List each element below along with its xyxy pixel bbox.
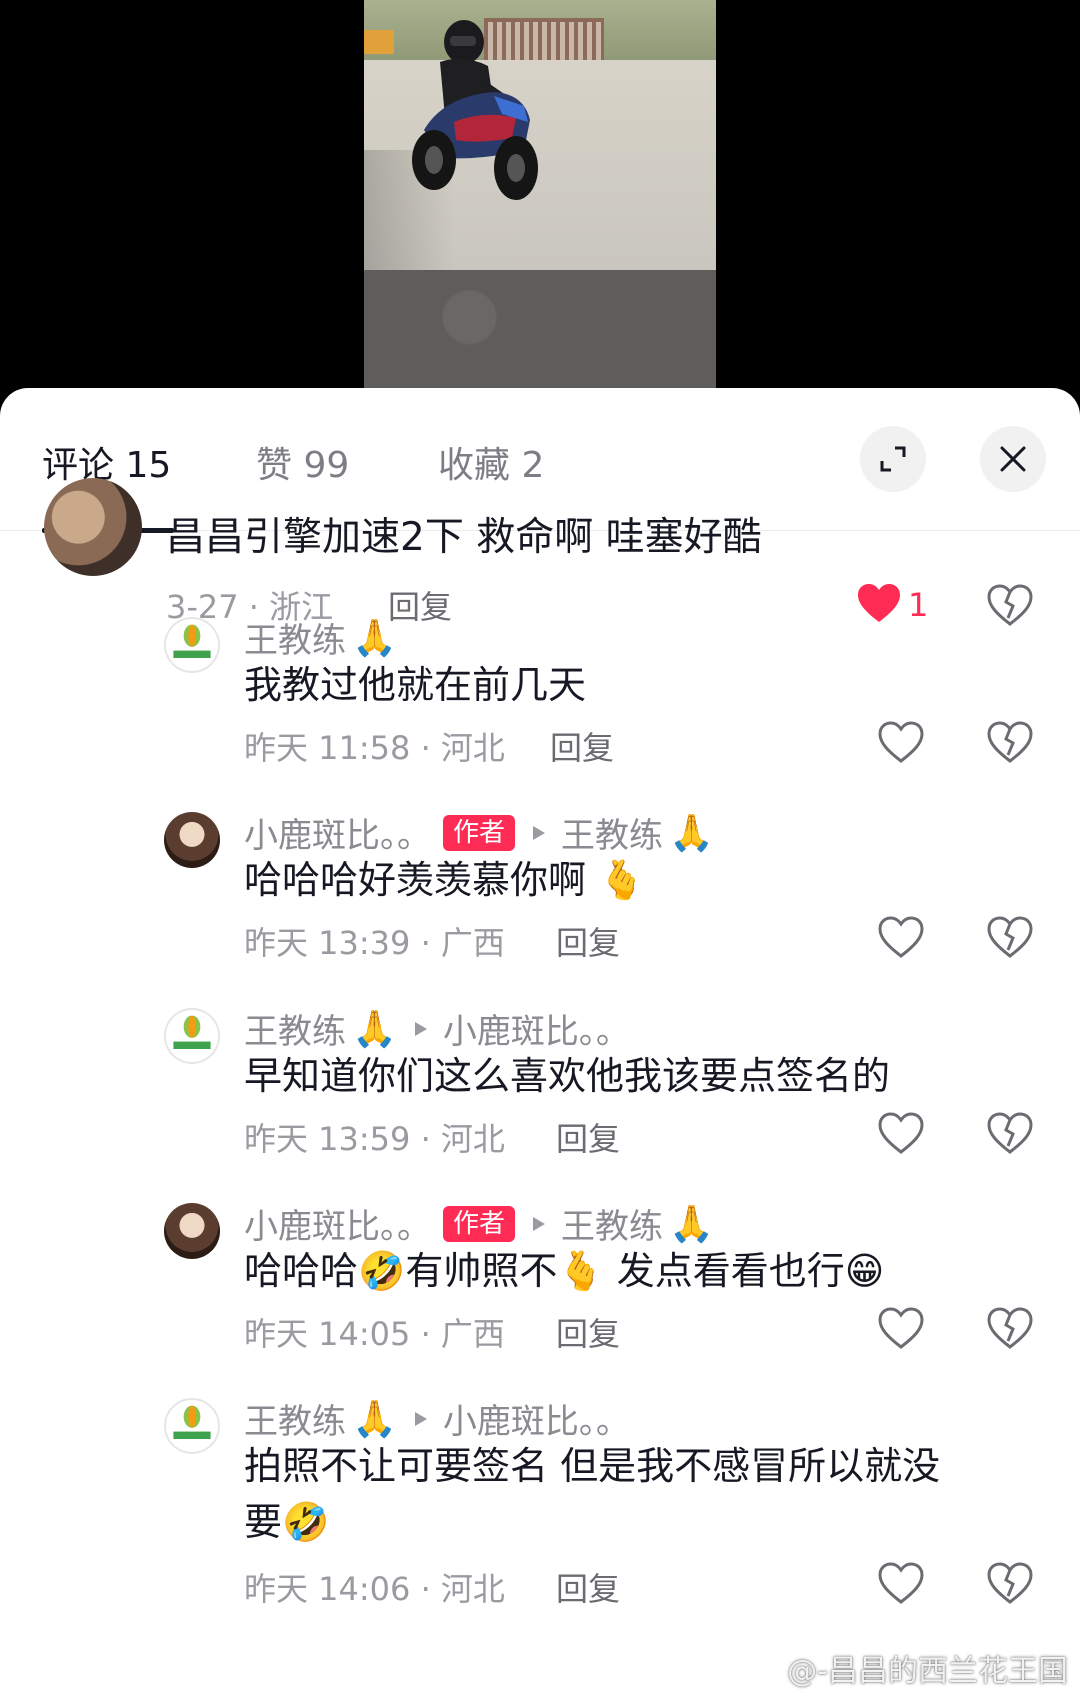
comment-text: 昌昌引擎加速2下 救命啊 哇塞好酷	[166, 515, 762, 560]
motorcycle-rider-image	[412, 20, 538, 200]
author-badge: 作者	[443, 1205, 516, 1242]
close-icon	[1000, 446, 1026, 472]
dislike-icon[interactable]	[987, 1562, 1033, 1604]
heart-icon[interactable]	[878, 1307, 924, 1349]
close-button[interactable]	[980, 426, 1046, 492]
avatar[interactable]	[164, 1398, 220, 1454]
driving-school-logo	[173, 1405, 211, 1439]
pray-emoji: 🙏	[352, 1398, 397, 1440]
pray-emoji: 🙏	[669, 812, 714, 854]
dislike-icon[interactable]	[987, 1112, 1033, 1154]
heart-icon[interactable]	[878, 916, 924, 958]
expand-button[interactable]	[860, 426, 926, 492]
driving-school-logo	[173, 624, 211, 658]
reply-button[interactable]: 回复	[388, 582, 452, 628]
username[interactable]: 小鹿斑比。。	[244, 1199, 431, 1248]
reply-to-username[interactable]: 小鹿斑比。。	[443, 1394, 630, 1443]
avatar[interactable]	[164, 812, 220, 868]
pray-emoji: 🙏	[352, 617, 397, 659]
reply-button[interactable]: 回复	[550, 723, 614, 769]
like-count: 1	[908, 586, 929, 624]
reply-button[interactable]: 回复	[556, 1309, 620, 1355]
username[interactable]: 王教练	[244, 1394, 346, 1443]
reply-arrow-icon	[533, 825, 546, 840]
heart-icon[interactable]	[878, 721, 924, 763]
reply-to-username[interactable]: 小鹿斑比。。	[443, 1004, 630, 1053]
reply-text: 我教过他就在前几天	[244, 663, 587, 707]
expand-icon	[880, 446, 906, 472]
username[interactable]: 王教练	[244, 1004, 346, 1053]
reply-header: 王教练 🙏	[244, 613, 397, 662]
reply-meta: 昨天 13:39 · 广西	[244, 924, 505, 962]
author-badge: 作者	[443, 814, 516, 851]
reply-header: 王教练 🙏 小鹿斑比。。	[244, 1004, 630, 1053]
reply-header: 小鹿斑比。。 作者 王教练 🙏	[244, 808, 714, 857]
heart-filled-icon[interactable]	[856, 582, 902, 624]
dislike-icon[interactable]	[987, 1307, 1033, 1349]
watermark-text: @-昌昌的西兰花王国	[787, 1654, 1068, 1689]
reply-text: 哈哈哈🤣有帅照不🫰 发点看看也行😁	[244, 1249, 885, 1293]
dislike-icon[interactable]	[987, 721, 1033, 763]
comment-sheet: 评论 15 赞 99 收藏 2 昌昌引擎加速2下 救命啊 哇塞好酷 3-27 ·…	[0, 388, 1080, 1698]
reply-meta: 昨天 14:06 · 河北	[244, 1570, 505, 1608]
reply-arrow-icon	[533, 1216, 546, 1231]
reply-to-username[interactable]: 王教练	[561, 1199, 663, 1248]
dislike-icon[interactable]	[987, 584, 1033, 626]
reply-text-continued: 要🤣	[244, 1500, 330, 1544]
reply-button[interactable]: 回复	[556, 1114, 620, 1160]
driving-school-logo	[173, 1015, 211, 1049]
weibo-watermark: @-昌昌的西兰花王国	[747, 1646, 1068, 1690]
video-area[interactable]	[0, 0, 1080, 390]
reply-meta: 昨天 13:59 · 河北	[244, 1120, 505, 1158]
avatar[interactable]	[44, 478, 142, 576]
reply-header: 小鹿斑比。。 作者 王教练 🙏	[244, 1199, 714, 1248]
comment-tabs: 评论 15 赞 99 收藏 2	[0, 388, 1080, 533]
video-scene-asphalt	[364, 270, 716, 388]
reply-arrow-icon	[414, 1021, 427, 1036]
username[interactable]: 王教练	[244, 613, 346, 662]
reply-arrow-icon	[414, 1411, 427, 1426]
tab-likes[interactable]: 赞 99	[256, 436, 349, 488]
dislike-icon[interactable]	[987, 916, 1033, 958]
reply-meta: 昨天 11:58 · 河北	[244, 729, 505, 767]
reply-meta: 昨天 14:05 · 广西	[244, 1315, 505, 1353]
reply-button[interactable]: 回复	[556, 1564, 620, 1610]
avatar[interactable]	[164, 1008, 220, 1064]
reply-text: 早知道你们这么喜欢他我该要点签名的	[244, 1054, 891, 1098]
heart-icon[interactable]	[878, 1562, 924, 1604]
pray-emoji: 🙏	[352, 1008, 397, 1050]
avatar[interactable]	[164, 617, 220, 673]
reply-text: 拍照不让可要签名 但是我不感冒所以就没	[244, 1444, 941, 1488]
reply-button[interactable]: 回复	[556, 918, 620, 964]
reply-text: 哈哈哈好羡羡慕你啊 🫰	[244, 858, 646, 902]
reply-header: 王教练 🙏 小鹿斑比。。	[244, 1394, 630, 1443]
tab-favorites[interactable]: 收藏 2	[438, 436, 544, 488]
heart-icon[interactable]	[878, 1112, 924, 1154]
username[interactable]: 小鹿斑比。。	[244, 808, 431, 857]
reply-to-username[interactable]: 王教练	[561, 808, 663, 857]
avatar[interactable]	[164, 1203, 220, 1259]
video-thumbnail[interactable]	[364, 0, 716, 388]
weibo-logo-icon	[747, 1654, 785, 1683]
pray-emoji: 🙏	[669, 1203, 714, 1245]
